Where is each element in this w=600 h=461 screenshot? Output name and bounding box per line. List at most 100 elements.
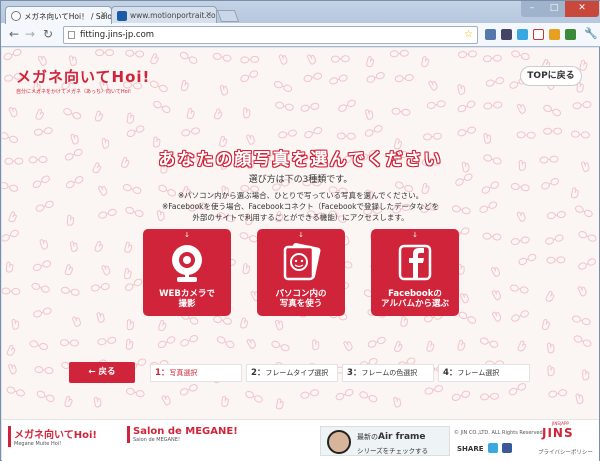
- footer-brand-megane[interactable]: メガネ向いてHoi! Megane Muite Hoi!: [8, 426, 97, 447]
- extension-icon[interactable]: [485, 29, 496, 40]
- url-text: fitting.jins-jp.com: [80, 30, 155, 40]
- down-arrow-icon: ↓: [298, 231, 304, 239]
- evernote-icon[interactable]: [565, 29, 576, 40]
- pattern-glasses: [242, 263, 251, 275]
- pattern-glasses: [338, 99, 356, 112]
- pattern-glasses: [69, 241, 78, 253]
- pattern-glasses: [335, 388, 354, 401]
- pattern-glasses: [2, 229, 19, 242]
- pattern-glasses: [8, 107, 18, 118]
- pattern-glasses: [219, 84, 229, 96]
- tab-megane[interactable]: メガネ向いてHoi！ / Salon ✕: [5, 6, 112, 24]
- back-arrow-icon[interactable]: ←: [9, 28, 19, 40]
- wrench-menu-icon[interactable]: 🔧: [584, 28, 598, 40]
- page-heading: あなたの顔写真を選んでください: [158, 150, 443, 170]
- pattern-glasses: [240, 55, 260, 64]
- pattern-glasses: [329, 74, 348, 85]
- air-frame-banner[interactable]: 最新のAir frame シリーズをチェックする: [320, 426, 450, 456]
- site-logo[interactable]: メガネ向いてHoi! 自分にメガネをかけてメガネ（あっち）向いてHoi!: [16, 66, 150, 95]
- pattern-glasses: [240, 70, 259, 83]
- facebook-option-button[interactable]: ↓ Facebookの アルバムから選ぶ: [371, 229, 459, 316]
- step-number: 4：: [443, 368, 458, 378]
- back-button[interactable]: ← 戻る: [69, 362, 135, 383]
- option-label-line: パソコン内の: [275, 289, 327, 299]
- pattern-glasses: [275, 398, 284, 410]
- privacy-policy-link[interactable]: プライバシーポリシー: [538, 448, 593, 456]
- maximize-icon[interactable]: □: [543, 1, 565, 17]
- pattern-glasses: [394, 341, 403, 352]
- minimize-icon[interactable]: –: [521, 1, 543, 17]
- pattern-glasses: [274, 319, 284, 331]
- pattern-glasses: [2, 132, 18, 144]
- pattern-glasses: [216, 336, 235, 349]
- pattern-glasses: [124, 268, 132, 280]
- pattern-glasses: [511, 50, 530, 61]
- pattern-glasses: [457, 84, 466, 95]
- pattern-glasses: [547, 365, 555, 377]
- pattern-glasses: [278, 129, 297, 139]
- down-arrow-icon: ↓: [412, 231, 418, 239]
- pattern-glasses: [180, 80, 189, 92]
- forward-arrow-icon[interactable]: →: [25, 28, 35, 40]
- pattern-glasses: [579, 59, 588, 71]
- close-window-icon[interactable]: ✕: [565, 1, 599, 17]
- pattern-glasses: [491, 311, 502, 322]
- pattern-glasses: [181, 127, 201, 137]
- browser-window: メガネ向いてHoi！ / Salon ✕ www.motionportrait.…: [0, 0, 600, 461]
- pattern-glasses: [394, 74, 414, 83]
- pattern-glasses: [240, 317, 249, 329]
- star-icon[interactable]: ☆: [464, 27, 473, 43]
- gmail-icon[interactable]: [533, 29, 544, 40]
- pattern-glasses: [508, 383, 527, 396]
- address-bar[interactable]: fitting.jins-jp.com ☆: [63, 26, 478, 44]
- close-tab-icon[interactable]: ✕: [205, 10, 212, 19]
- pattern-glasses: [271, 340, 290, 352]
- facebook-share-icon[interactable]: [502, 443, 512, 453]
- pattern-glasses: [126, 125, 145, 137]
- pattern-glasses: [359, 391, 378, 403]
- pattern-glasses: [153, 100, 171, 114]
- pc-photo-option-button[interactable]: ↓ パソコン内の 写真を使う: [257, 229, 345, 316]
- pattern-glasses: [480, 392, 500, 401]
- footer: メガネ向いてHoi! Megane Muite Hoi! Salon de ME…: [2, 419, 599, 461]
- pattern-glasses: [459, 293, 469, 304]
- jins-logo[interactable]: JINS: [542, 426, 574, 440]
- pattern-glasses: [275, 101, 294, 111]
- pattern-glasses: [490, 266, 501, 277]
- reload-icon[interactable]: ↻: [43, 28, 53, 40]
- extension-icon[interactable]: [549, 29, 560, 40]
- pattern-glasses: [306, 54, 316, 65]
- option-label: WEBカメラで 撮影: [143, 289, 231, 309]
- pattern-glasses: [125, 49, 145, 58]
- model-avatar: [327, 430, 351, 454]
- pattern-glasses: [243, 107, 251, 119]
- pattern-glasses: [511, 310, 529, 322]
- pattern-glasses: [59, 339, 79, 347]
- pattern-glasses: [543, 104, 562, 117]
- step-3: 3：フレームの色選択: [342, 364, 434, 382]
- pattern-glasses: [125, 338, 134, 350]
- twitter-icon[interactable]: [488, 443, 498, 453]
- pattern-glasses: [573, 335, 592, 347]
- pattern-glasses: [7, 363, 17, 375]
- webcam-option-button[interactable]: ↓ WEBカメラで 撮影: [143, 229, 231, 316]
- close-tab-icon[interactable]: ✕: [100, 10, 107, 19]
- pattern-glasses: [400, 315, 409, 327]
- pattern-glasses: [428, 80, 438, 91]
- camera-extension-icon[interactable]: [501, 29, 512, 40]
- footer-brand-salon[interactable]: Salon de MEGANE! Salon de MEGANE!: [127, 426, 238, 443]
- back-to-top-button[interactable]: TOPに戻る: [520, 66, 582, 86]
- pattern-glasses: [33, 127, 53, 136]
- twitter-extension-icon[interactable]: [517, 29, 528, 40]
- pattern-glasses: [393, 396, 402, 408]
- new-tab-button[interactable]: [216, 10, 240, 22]
- pattern-glasses: [336, 132, 356, 140]
- pattern-glasses: [245, 390, 263, 403]
- step-label: 写真選択: [169, 369, 198, 377]
- pattern-glasses: [458, 50, 478, 59]
- tab-motionportrait[interactable]: www.motionportrait.com ✕: [111, 6, 217, 24]
- pattern-glasses: [364, 125, 383, 137]
- pattern-glasses: [96, 312, 105, 323]
- pattern-glasses: [212, 52, 232, 62]
- pattern-glasses: [29, 340, 49, 351]
